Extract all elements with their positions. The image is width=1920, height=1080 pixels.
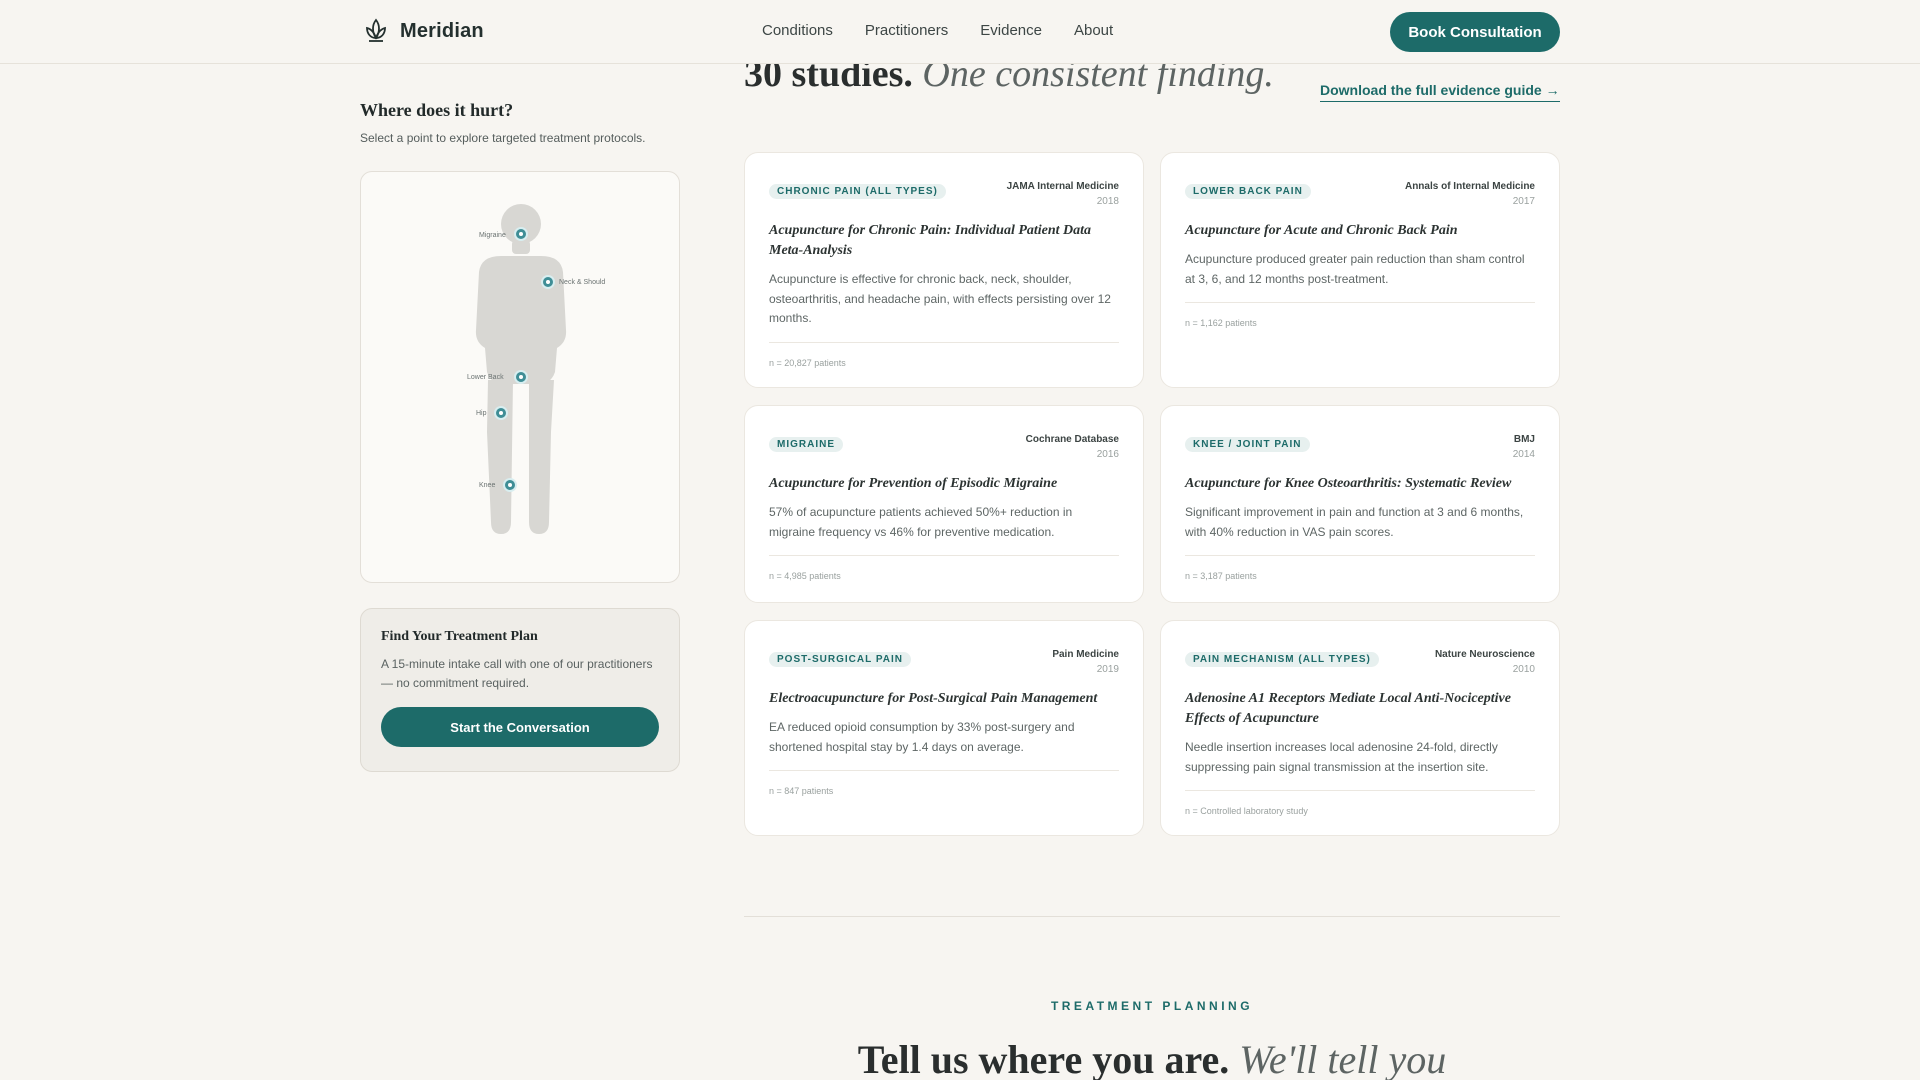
section-divider — [744, 916, 1560, 917]
study-card[interactable]: CHRONIC PAIN (ALL TYPES) JAMA Internal M… — [744, 152, 1144, 388]
lotus-logo-icon — [366, 18, 386, 42]
study-sample-size: n = 3,187 patients — [1185, 555, 1535, 581]
study-title: Acupuncture for Chronic Pain: Individual… — [769, 223, 1092, 258]
point-label: Neck & Should — [559, 279, 605, 286]
study-journal: JAMA Internal Medicine — [1006, 181, 1119, 192]
study-description: Significant improvement in pain and func… — [1185, 505, 1524, 539]
study-card[interactable]: PAIN MECHANISM (ALL TYPES) Nature Neuros… — [1160, 620, 1560, 836]
planning-headline-bold: Tell us where you are. — [857, 1037, 1230, 1080]
top-navigation-bar: Meridian Conditions Practitioners Eviden… — [0, 0, 1920, 64]
study-title: Adenosine A1 Receptors Mediate Local Ant… — [1185, 691, 1511, 726]
study-description: 57% of acupuncture patients achieved 50%… — [769, 505, 1073, 539]
study-year: 2016 — [1096, 449, 1119, 460]
study-sample-size: n = 4,985 patients — [769, 555, 1119, 581]
treatment-plan-card: Find Your Treatment Plan A 15-minute int… — [360, 608, 680, 772]
treatment-planning-headline: Tell us where you are. We'll tell you — [744, 1036, 1560, 1080]
study-sample-size: n = 20,827 patients — [769, 341, 1119, 368]
study-journal: Pain Medicine — [1052, 649, 1119, 660]
study-title: Acupuncture for Prevention of Episodic M… — [769, 476, 1058, 491]
body-map-card: Migraine Neck & Should Lower Back Hip Kn — [360, 171, 680, 583]
point-label: Migraine — [479, 232, 506, 239]
treatment-planning-eyebrow: TREATMENT PLANNING — [1050, 999, 1254, 1013]
study-card[interactable]: KNEE / JOINT PAIN BMJ 2014 Acupuncture f… — [1160, 405, 1560, 603]
study-description: Needle insertion increases local adenosi… — [1185, 740, 1498, 774]
main-nav: Conditions Practitioners Evidence About — [762, 22, 1113, 39]
brand[interactable]: Meridian — [364, 18, 484, 44]
condition-tag: POST-SURGICAL PAIN — [769, 652, 911, 667]
study-year: 2018 — [1096, 196, 1119, 207]
study-journal: Nature Neuroscience — [1434, 649, 1535, 660]
study-title: Acupuncture for Knee Osteoarthritis: Sys… — [1185, 476, 1512, 491]
planning-headline-italic: We'll tell you — [1239, 1037, 1447, 1080]
study-card[interactable]: POST-SURGICAL PAIN Pain Medicine 2019 El… — [744, 620, 1144, 836]
study-description: EA reduced opioid consumption by 33% pos… — [769, 720, 1075, 754]
study-title: Electroacupuncture for Post-Surgical Pai… — [769, 691, 1098, 706]
nav-evidence[interactable]: Evidence — [980, 22, 1042, 39]
treatment-plan-text: A 15-minute intake call with one of our … — [381, 657, 653, 690]
study-description: Acupuncture produced greater pain reduct… — [1185, 252, 1525, 286]
condition-tag: PAIN MECHANISM (ALL TYPES) — [1185, 652, 1379, 667]
study-card[interactable]: LOWER BACK PAIN Annals of Internal Medic… — [1160, 152, 1560, 388]
study-title: Acupuncture for Acute and Chronic Back P… — [1185, 223, 1458, 238]
study-journal: Annals of Internal Medicine — [1404, 181, 1535, 192]
point-label: Knee — [479, 482, 495, 489]
study-sample-size: n = 847 patients — [769, 770, 1119, 796]
study-sample-size: n = 1,162 patients — [1185, 302, 1535, 328]
treatment-plan-title: Find Your Treatment Plan — [381, 629, 538, 644]
study-description: Acupuncture is effective for chronic bac… — [769, 272, 1111, 325]
nav-about[interactable]: About — [1074, 22, 1113, 39]
condition-tag: MIGRAINE — [769, 437, 843, 452]
pain-locator-sidebar: Where does it hurt? Select a point to ex… — [360, 100, 680, 772]
pain-point-neck-shoulder[interactable]: Neck & Should — [541, 275, 605, 289]
study-year: 2014 — [1512, 449, 1535, 460]
point-label: Lower Back — [467, 374, 504, 381]
condition-tag: LOWER BACK PAIN — [1185, 184, 1311, 199]
nav-conditions[interactable]: Conditions — [762, 22, 833, 39]
body-map: Migraine Neck & Should Lower Back Hip Kn — [467, 204, 605, 534]
study-sample-size: n = Controlled laboratory study — [1185, 790, 1535, 816]
nav-practitioners[interactable]: Practitioners — [865, 22, 948, 39]
start-conversation-button[interactable]: Start the Conversation — [381, 707, 659, 747]
condition-tag: CHRONIC PAIN (ALL TYPES) — [769, 184, 946, 199]
pain-locator-title: Where does it hurt? — [360, 100, 514, 120]
study-year: 2010 — [1512, 664, 1535, 675]
study-year: 2017 — [1512, 196, 1535, 207]
study-card[interactable]: MIGRAINE Cochrane Database 2016 Acupunct… — [744, 405, 1144, 603]
study-year: 2019 — [1096, 664, 1119, 675]
download-evidence-guide-link[interactable]: Download the full evidence guide → — [1320, 82, 1560, 102]
condition-tag: KNEE / JOINT PAIN — [1185, 437, 1310, 452]
book-consultation-button[interactable]: Book Consultation — [1390, 12, 1560, 52]
study-journal: Cochrane Database — [1025, 434, 1119, 445]
study-journal: BMJ — [1513, 434, 1535, 445]
pain-locator-subtitle: Select a point to explore targeted treat… — [360, 131, 646, 145]
brand-name: Meridian — [400, 19, 484, 42]
point-label: Hip — [476, 410, 487, 417]
